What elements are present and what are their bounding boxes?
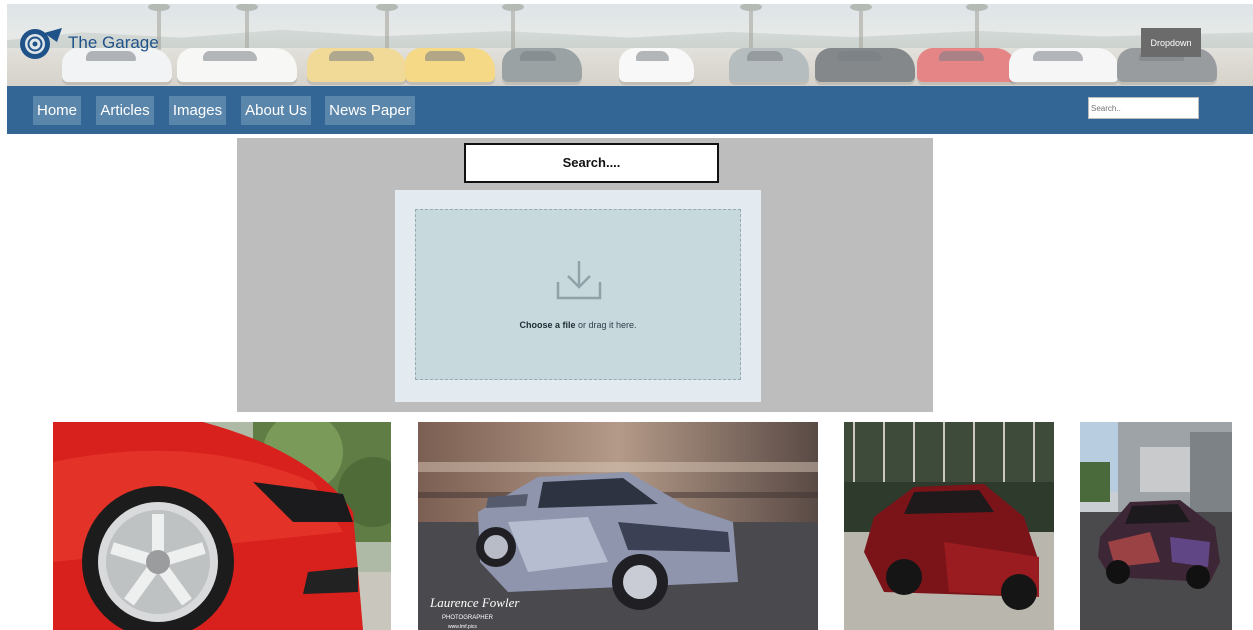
nav-articles[interactable]: Articles <box>96 96 154 125</box>
site-logo[interactable]: The Garage <box>18 26 159 60</box>
nav-about-us[interactable]: About Us <box>241 96 311 125</box>
gallery-image-4[interactable] <box>1080 422 1232 630</box>
turbo-logo-icon <box>18 26 64 60</box>
choose-file-link[interactable]: Choose a file <box>519 320 575 330</box>
gallery-image-2[interactable]: Laurence Fowler PHOTOGRAPHER www.lmf.pic… <box>418 422 818 630</box>
search-button[interactable]: Search.... <box>464 143 719 183</box>
file-drop-zone[interactable]: Choose a file or drag it here. <box>415 209 741 380</box>
download-icon <box>555 258 603 307</box>
nav-news-paper[interactable]: News Paper <box>325 96 415 125</box>
upload-instructions: Choose a file or drag it here. <box>416 320 740 330</box>
upload-panel: Search.... Choose a file or drag it here… <box>237 138 933 412</box>
nav-search-input[interactable] <box>1088 97 1199 119</box>
watermark-name: Laurence Fowler <box>429 595 520 610</box>
banner-image <box>7 4 1253 86</box>
nav-images[interactable]: Images <box>169 96 226 125</box>
site-title: The Garage <box>68 33 159 52</box>
watermark-sub: PHOTOGRAPHER <box>442 615 494 621</box>
nav-home[interactable]: Home <box>33 96 81 125</box>
gallery-image-3[interactable] <box>844 422 1054 630</box>
watermark-url: www.lmf.pics <box>448 624 477 630</box>
main-nav: Home Articles Images About Us News Paper <box>7 86 1253 134</box>
upload-container: Choose a file or drag it here. <box>395 190 761 402</box>
drag-hint: or drag it here. <box>575 320 637 330</box>
dropdown-button[interactable]: Dropdown <box>1141 28 1201 57</box>
gallery-image-1[interactable] <box>53 422 391 630</box>
